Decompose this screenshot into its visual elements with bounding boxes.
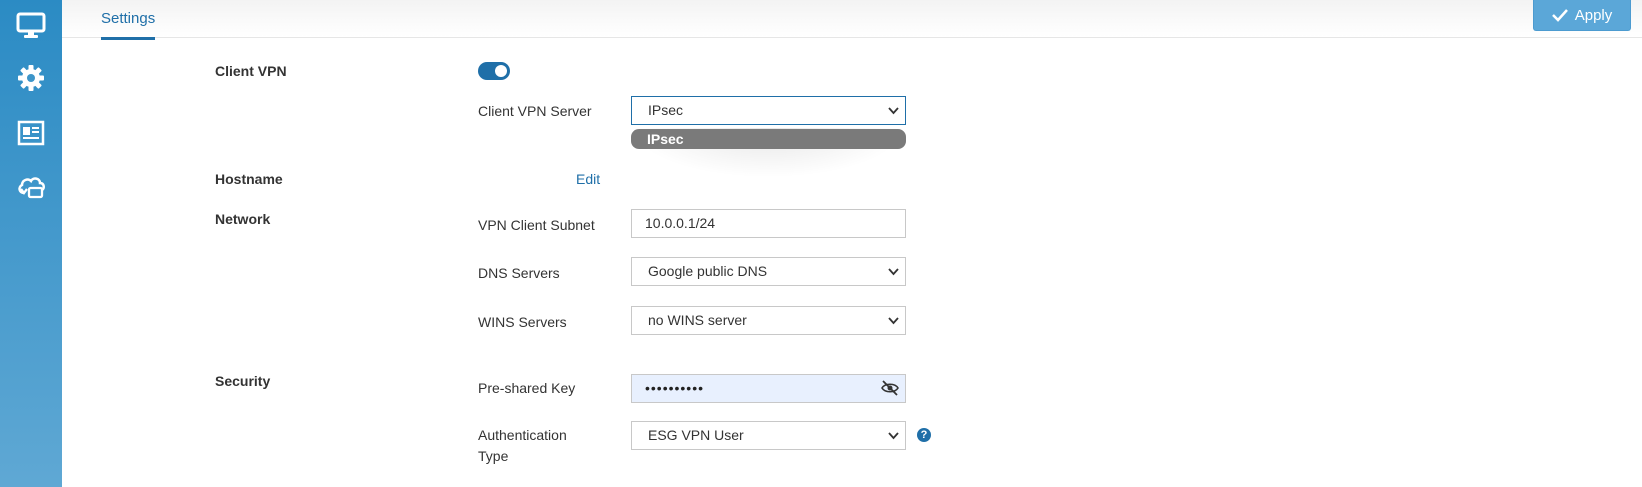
vpn-client-subnet-label: VPN Client Subnet xyxy=(478,217,595,233)
eye-slash-icon[interactable] xyxy=(881,380,899,396)
top-bar xyxy=(62,0,1642,38)
section-network: Network xyxy=(215,211,271,227)
chevron-down-icon xyxy=(888,317,899,325)
vpn-client-subnet-input[interactable]: 10.0.0.1/24 xyxy=(631,209,906,238)
apply-button[interactable]: Apply xyxy=(1533,0,1631,31)
client-vpn-server-select[interactable]: IPsec xyxy=(631,96,906,125)
authentication-type-select[interactable]: ESG VPN User xyxy=(631,421,906,450)
dns-servers-select[interactable]: Google public DNS xyxy=(631,257,906,286)
newspaper-icon[interactable] xyxy=(15,117,47,149)
dns-servers-label: DNS Servers xyxy=(478,265,560,281)
tab-settings[interactable]: Settings xyxy=(101,0,156,40)
gear-icon[interactable] xyxy=(15,62,47,94)
authentication-type-label: Authentication Type xyxy=(478,425,567,467)
section-client-vpn: Client VPN xyxy=(215,63,287,79)
hostname-edit-link[interactable]: Edit xyxy=(576,171,600,187)
authentication-type-label-line2: Type xyxy=(478,448,509,464)
cloud-sync-icon[interactable] xyxy=(15,170,47,202)
sidebar xyxy=(0,0,62,487)
authentication-type-label-line1: Authentication xyxy=(478,427,567,443)
apply-button-label: Apply xyxy=(1574,6,1613,24)
chevron-down-icon xyxy=(888,268,899,276)
help-icon[interactable]: ? xyxy=(917,428,931,442)
client-vpn-server-label: Client VPN Server xyxy=(478,103,592,119)
section-security: Security xyxy=(215,373,271,389)
client-vpn-server-value: IPsec xyxy=(648,102,684,118)
client-vpn-toggle[interactable] xyxy=(478,62,510,80)
wins-servers-value: no WINS server xyxy=(648,312,747,328)
wins-servers-label: WINS Servers xyxy=(478,314,567,330)
wins-servers-select[interactable]: no WINS server xyxy=(631,306,906,335)
toggle-knob xyxy=(495,65,507,77)
monitor-icon[interactable] xyxy=(15,9,47,41)
chevron-down-icon xyxy=(888,107,899,115)
pre-shared-key-input[interactable]: •••••••••• xyxy=(631,374,906,403)
dns-servers-value: Google public DNS xyxy=(648,263,768,279)
authentication-type-value: ESG VPN User xyxy=(648,427,744,443)
section-hostname: Hostname xyxy=(215,171,283,187)
pre-shared-key-label: Pre-shared Key xyxy=(478,380,576,396)
check-icon xyxy=(1551,9,1568,22)
dropdown-option-ipsec[interactable]: IPsec xyxy=(631,129,906,149)
chevron-down-icon xyxy=(888,432,899,440)
